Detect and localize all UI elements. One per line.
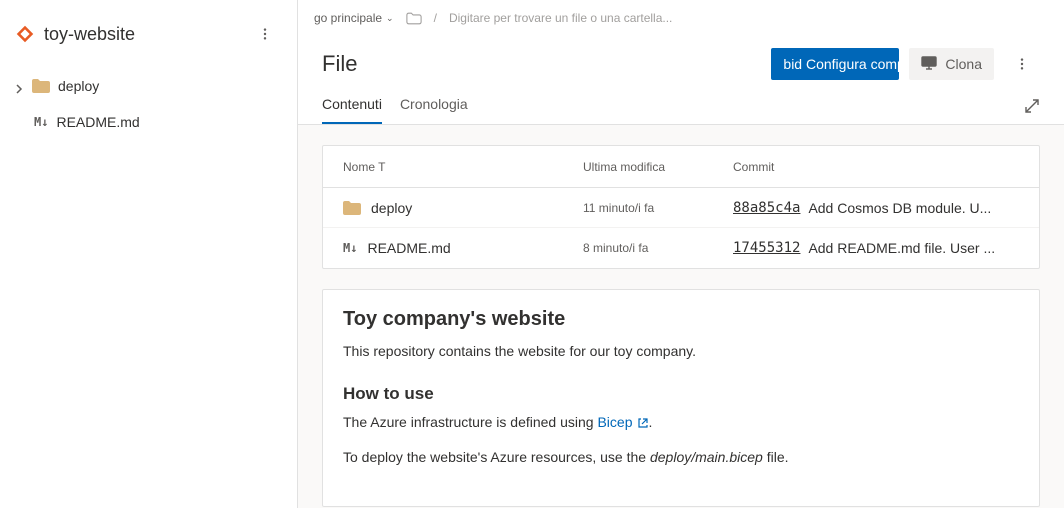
tab-history[interactable]: Cronologia [400, 96, 468, 124]
page-title: File [322, 51, 357, 77]
folder-icon [343, 201, 361, 215]
col-modified[interactable]: Ultima modifica [583, 160, 733, 174]
tab-contents[interactable]: Contenuti [322, 96, 382, 124]
chevron-down-icon: ⌄ [386, 13, 394, 24]
table-row[interactable]: M↓ README.md 8 minuto/i fa 17455312 Add … [323, 228, 1039, 268]
clone-label: Clona [945, 56, 982, 72]
tabs: Contenuti Cronologia [322, 96, 1040, 124]
readme-p2: The Azure infrastructure is defined usin… [343, 412, 1019, 433]
header-actions: bid Configura compil Clona [771, 46, 1040, 82]
folder-outline-icon[interactable] [406, 12, 422, 25]
repo-title[interactable]: toy-website [44, 24, 135, 45]
file-table: Nome T Ultima modifica Commit deploy 11 … [322, 145, 1040, 269]
readme-h3: How to use [343, 384, 1019, 404]
col-name[interactable]: Nome T [343, 160, 583, 174]
breadcrumb-bar: go principale ⌄ / Digitare per trovare un… [298, 0, 1064, 36]
chevron-right-icon [14, 81, 24, 91]
table-row[interactable]: deploy 11 minuto/i fa 88a85c4a Add Cosmo… [323, 188, 1039, 228]
markdown-icon: M↓ [343, 241, 357, 255]
file-tree: deploy M↓ README.md [0, 64, 297, 140]
fullscreen-icon[interactable] [1024, 98, 1040, 114]
commit-hash[interactable]: 17455312 [733, 240, 800, 256]
commit-message: Add README.md file. User ... [808, 240, 995, 256]
markdown-icon: M↓ [34, 115, 48, 129]
readme-panel: Toy company's website This repository co… [322, 289, 1040, 507]
readme-p3: To deploy the website's Azure resources,… [343, 447, 1019, 468]
tree-row-file[interactable]: M↓ README.md [0, 104, 297, 140]
file-name: README.md [367, 240, 450, 256]
file-modified: 11 minuto/i fa [583, 201, 733, 215]
bicep-link[interactable]: Bicep [597, 412, 648, 433]
external-link-icon [637, 417, 649, 429]
content-header: File bid Configura compil Clona [298, 36, 1064, 124]
monitor-icon [921, 56, 937, 73]
table-header: Nome T Ultima modifica Commit [323, 146, 1039, 188]
body-area: Nome T Ultima modifica Commit deploy 11 … [298, 125, 1064, 508]
breadcrumb-separator: / [434, 11, 437, 25]
repo-header: toy-website [0, 12, 297, 64]
sidebar: toy-website deploy M↓ README.md [0, 0, 298, 508]
file-name: deploy [371, 200, 412, 216]
tree-label: README.md [56, 114, 139, 130]
file-modified: 8 minuto/i fa [583, 241, 733, 255]
folder-icon [32, 79, 50, 93]
branch-selector[interactable]: go principale ⌄ [314, 11, 394, 25]
readme-h2: Toy company's website [343, 308, 1019, 331]
tree-label: deploy [58, 78, 99, 94]
repo-more-button[interactable] [247, 16, 283, 52]
commit-message: Add Cosmos DB module. U... [808, 200, 991, 216]
col-commit[interactable]: Commit [733, 160, 1019, 174]
tree-row-folder[interactable]: deploy [0, 68, 297, 104]
configure-build-button[interactable]: bid Configura compil [771, 48, 899, 80]
commit-hash[interactable]: 88a85c4a [733, 200, 800, 216]
repo-icon [14, 23, 36, 45]
readme-p1: This repository contains the website for… [343, 341, 1019, 362]
branch-label: go principale [314, 11, 382, 25]
main: go principale ⌄ / Digitare per trovare un… [298, 0, 1064, 508]
path-search-input[interactable]: Digitare per trovare un file o una carte… [449, 11, 672, 25]
clone-button[interactable]: Clona [909, 48, 994, 80]
header-more-button[interactable] [1004, 46, 1040, 82]
